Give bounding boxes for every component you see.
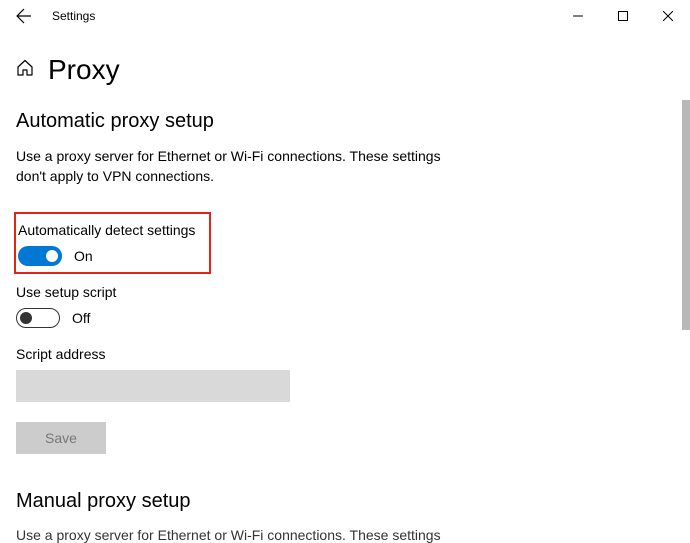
automatic-description: Use a proxy server for Ethernet or Wi-Fi…	[16, 147, 456, 186]
window-title: Settings	[52, 9, 95, 23]
page-title: Proxy	[48, 54, 120, 86]
manual-description: Use a proxy server for Ethernet or Wi-Fi…	[16, 527, 456, 543]
auto-detect-state: On	[74, 248, 93, 264]
maximize-icon	[618, 11, 628, 21]
script-address-label: Script address	[16, 346, 674, 362]
auto-detect-toggle[interactable]	[18, 246, 62, 266]
setup-script-state: Off	[72, 310, 90, 326]
minimize-button[interactable]	[555, 0, 600, 32]
setup-script-toggle[interactable]	[16, 308, 60, 328]
auto-detect-row: On	[18, 246, 201, 266]
manual-section-heading: Manual proxy setup	[16, 490, 674, 513]
home-icon[interactable]	[16, 59, 34, 82]
window-controls	[555, 0, 690, 32]
close-button[interactable]	[645, 0, 690, 32]
back-button[interactable]	[12, 4, 36, 28]
content-area: Proxy Automatic proxy setup Use a proxy …	[0, 54, 690, 543]
back-arrow-icon	[16, 8, 32, 24]
scrollbar-thumb[interactable]	[682, 100, 690, 330]
setup-script-label: Use setup script	[16, 284, 674, 300]
save-button[interactable]: Save	[16, 422, 106, 454]
automatic-section-heading: Automatic proxy setup	[16, 110, 674, 133]
close-icon	[663, 11, 673, 21]
highlighted-setting: Automatically detect settings On	[14, 212, 211, 274]
titlebar: Settings	[0, 0, 690, 32]
auto-detect-label: Automatically detect settings	[18, 222, 201, 238]
maximize-button[interactable]	[600, 0, 645, 32]
setup-script-row: Off	[16, 308, 674, 328]
minimize-icon	[573, 11, 583, 21]
script-address-input[interactable]	[16, 370, 290, 402]
page-header: Proxy	[16, 54, 674, 86]
